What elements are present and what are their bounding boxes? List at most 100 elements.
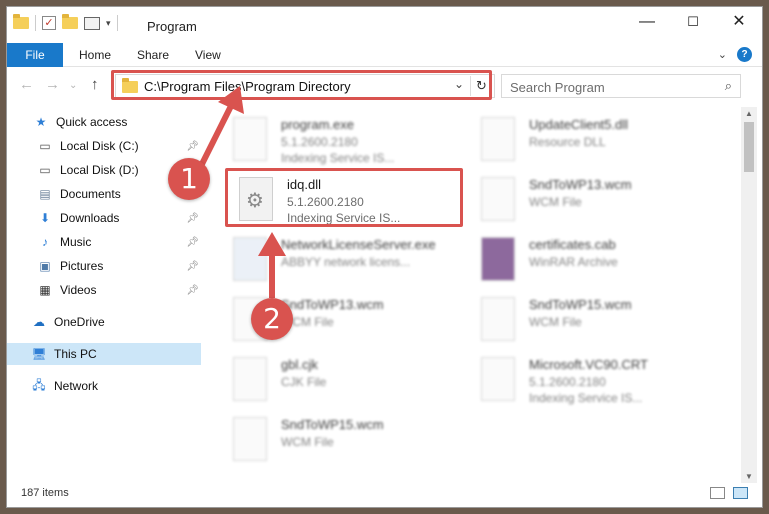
- exe-icon: [233, 237, 267, 281]
- scroll-down-icon[interactable]: ▼: [745, 472, 753, 481]
- download-icon: ⬇: [39, 211, 51, 225]
- close-button[interactable]: ✕: [716, 7, 762, 39]
- file-name: Microsoft.VC90.CRT: [529, 357, 648, 372]
- large-icons-view-icon[interactable]: [733, 487, 748, 499]
- vertical-scrollbar[interactable]: ▲ ▼: [741, 107, 757, 483]
- file-highlight-box: [225, 168, 463, 227]
- network-icon: 🖧︎: [32, 377, 46, 392]
- pin-icon[interactable]: 📌︎: [186, 261, 199, 272]
- sidebar-item-this-pc[interactable]: 🖥︎ This PC: [7, 343, 201, 365]
- file-tile-program-exe[interactable]: program.exe 5.1.2600.2180 Indexing Servi…: [227, 113, 467, 169]
- sidebar-item-downloads[interactable]: ⬇ Downloads 📌︎: [7, 207, 201, 229]
- sidebar-item-label: Music: [60, 235, 92, 249]
- sidebar-item-label: Local Disk (C:): [60, 139, 139, 153]
- file-list: program.exe 5.1.2600.2180 Indexing Servi…: [217, 107, 737, 477]
- up-icon[interactable]: ↑: [91, 76, 99, 93]
- maximize-button[interactable]: ☐: [670, 7, 716, 39]
- file-tile-networklicenseserver-exe[interactable]: NetworkLicenseServer.exe ABBYY network l…: [227, 233, 467, 289]
- drive-icon: ▭: [39, 139, 51, 153]
- sidebar-item-quick-access[interactable]: ★ Quick access: [7, 111, 201, 133]
- step-1-badge: 1: [168, 158, 210, 200]
- file-type: WCM File: [529, 195, 582, 209]
- scrollbar-thumb[interactable]: [744, 122, 754, 172]
- pin-icon[interactable]: 📌︎: [186, 237, 199, 248]
- file-name: SndToWP15.wcm: [529, 297, 632, 312]
- properties-icon[interactable]: [84, 16, 100, 30]
- file-name: NetworkLicenseServer.exe: [281, 237, 436, 252]
- sidebar-item-music[interactable]: ♪ Music 📌︎: [7, 231, 201, 253]
- file-version: 5.1.2600.2180: [281, 135, 358, 149]
- checkmark-icon[interactable]: ✓: [42, 16, 56, 30]
- file-type: WCM File: [281, 435, 334, 449]
- file-description: ABBYY network licens...: [281, 255, 411, 269]
- file-name: SndToWP15.wcm: [281, 417, 384, 432]
- search-input[interactable]: Search Program ⌕: [501, 74, 741, 98]
- toolbar-divider: [35, 15, 36, 31]
- navigation-pane: ★ Quick access ▭ Local Disk (C:) 📌︎ ▭ Lo…: [7, 107, 201, 477]
- tab-file[interactable]: File: [7, 43, 63, 67]
- details-view-icon[interactable]: [710, 487, 725, 499]
- pin-icon[interactable]: 📌︎: [186, 141, 199, 152]
- title-bar: ✓ ▾ Program — ☐ ✕: [7, 7, 762, 41]
- status-bar: 187 items: [7, 481, 762, 507]
- music-icon: ♪: [42, 235, 48, 249]
- new-folder-icon[interactable]: [62, 14, 78, 29]
- file-name: SndToWP13.wcm: [529, 177, 632, 192]
- file-tile-certificates-cab[interactable]: certificates.cab WinRAR Archive: [475, 233, 715, 289]
- back-icon[interactable]: ←: [19, 76, 34, 93]
- file-tile-gbl-cjk[interactable]: gbl.cjk CJK File: [227, 353, 467, 409]
- folder-icon[interactable]: [13, 14, 29, 29]
- file-tile-sndtowp15-wcm-2[interactable]: SndToWP15.wcm WCM File: [227, 413, 467, 469]
- minimize-button[interactable]: —: [624, 7, 670, 39]
- file-tile-updateclient5-dll[interactable]: UpdateClient5.dll Resource DLL: [475, 113, 715, 169]
- pin-icon[interactable]: 📌︎: [186, 213, 199, 224]
- sidebar-item-label: This PC: [54, 347, 97, 361]
- sidebar-item-videos[interactable]: ▦ Videos 📌︎: [7, 279, 201, 301]
- tab-home[interactable]: Home: [79, 43, 111, 67]
- file-type: WinRAR Archive: [529, 255, 618, 269]
- sidebar-item-label: Quick access: [56, 115, 128, 129]
- sidebar-item-label: Pictures: [60, 259, 104, 273]
- file-name: SndToWP13.wcm: [281, 297, 384, 312]
- quick-access-toolbar: ✓ ▾: [13, 14, 118, 31]
- sidebar-item-label: Local Disk (D:): [60, 163, 139, 177]
- step-2-badge: 2: [251, 298, 293, 340]
- sidebar-item-local-disk-c[interactable]: ▭ Local Disk (C:) 📌︎: [7, 135, 201, 157]
- file-type: CJK File: [281, 375, 327, 389]
- manifest-icon: [481, 357, 515, 401]
- file-version: 5.1.2600.2180: [529, 375, 606, 389]
- forward-icon[interactable]: →: [45, 76, 60, 93]
- recent-locations-icon[interactable]: ⌄: [69, 80, 77, 91]
- tab-share[interactable]: Share: [137, 43, 169, 67]
- ribbon-tabs: File Home Share View ⌄ ?: [7, 43, 762, 67]
- tab-view[interactable]: View: [195, 43, 221, 67]
- videos-icon: ▦: [39, 283, 51, 297]
- sidebar-item-network[interactable]: 🖧︎ Network: [7, 375, 201, 397]
- file-tile-sndtowp13-wcm[interactable]: SndToWP13.wcm WCM File: [475, 173, 715, 229]
- star-icon: ★: [35, 115, 47, 129]
- file-name: UpdateClient5.dll: [529, 117, 629, 132]
- chevron-down-icon[interactable]: ▾: [106, 18, 111, 29]
- file-name: gbl.cjk: [281, 357, 318, 372]
- address-highlight-box: [111, 70, 492, 100]
- sidebar-item-label: Documents: [60, 187, 121, 201]
- winrar-icon: [481, 237, 515, 281]
- file-name: program.exe: [281, 117, 354, 132]
- sidebar-item-label: Videos: [60, 283, 97, 297]
- sidebar-item-label: Downloads: [60, 211, 120, 225]
- scroll-up-icon[interactable]: ▲: [745, 109, 753, 118]
- chevron-down-icon[interactable]: ⌄: [718, 48, 727, 61]
- file-description: Indexing Service IS...: [529, 391, 643, 405]
- sidebar-item-pictures[interactable]: ▣ Pictures 📌︎: [7, 255, 201, 277]
- help-icon[interactable]: ?: [737, 47, 752, 62]
- pictures-icon: ▣: [39, 259, 51, 273]
- sidebar-item-onedrive[interactable]: ☁ OneDrive: [7, 311, 201, 333]
- file-type: Resource DLL: [529, 135, 606, 149]
- file-tile-sndtowp15-wcm[interactable]: SndToWP15.wcm WCM File: [475, 293, 715, 349]
- file-type: WCM File: [529, 315, 582, 329]
- search-icon[interactable]: ⌕: [725, 78, 732, 94]
- pin-icon[interactable]: 📌︎: [186, 285, 199, 296]
- file-icon: [481, 297, 515, 341]
- file-icon: [481, 177, 515, 221]
- file-tile-microsoft-vc90-crt[interactable]: Microsoft.VC90.CRT 5.1.2600.2180 Indexin…: [475, 353, 715, 409]
